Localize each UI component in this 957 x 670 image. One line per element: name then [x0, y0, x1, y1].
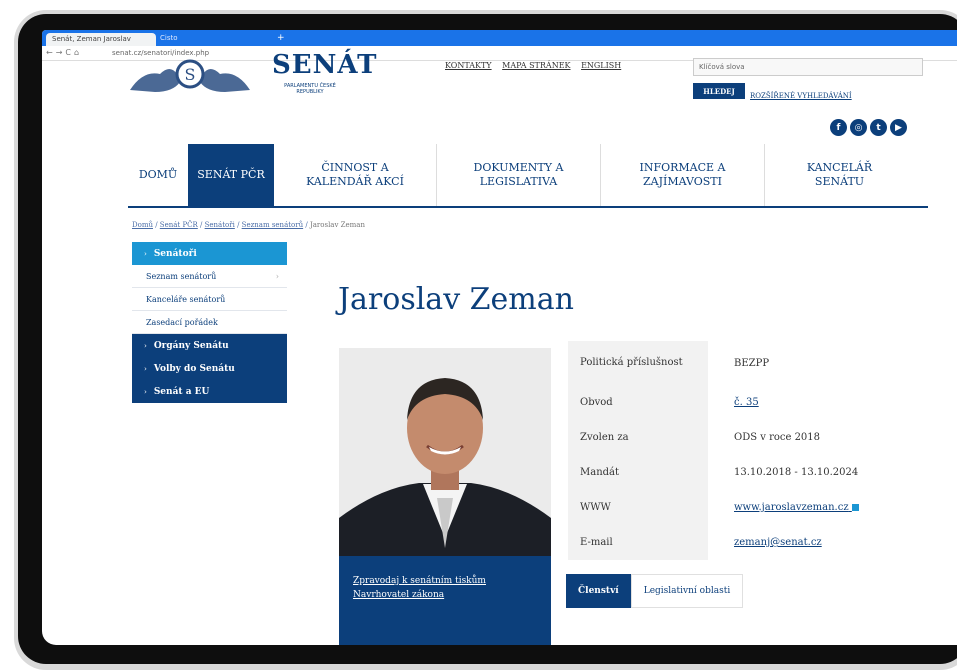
- link-mapa-stranek[interactable]: MAPA STRÁNEK: [502, 61, 570, 70]
- breadcrumb-domu[interactable]: Domů: [132, 221, 153, 229]
- link-navrhovatel[interactable]: Navrhovatel zákona: [339, 590, 551, 600]
- advanced-search-link[interactable]: ROZŠÍŘENÉ VYHLEDÁVÁNÍ: [750, 92, 852, 100]
- breadcrumb: Domů / Senát PČR / Senátoři / Seznam sen…: [132, 221, 365, 229]
- info-key: WWW: [568, 490, 708, 525]
- search-button[interactable]: HLEDEJ: [693, 83, 745, 99]
- detail-tabs: Členství Legislativní oblasti: [566, 574, 744, 608]
- info-row-mandat: Mandát 13.10.2018 - 13.10.2024: [568, 455, 957, 490]
- nav-informace[interactable]: INFORMACE A ZAJÍMAVOSTI: [600, 144, 764, 206]
- twitter-icon[interactable]: t: [870, 119, 887, 136]
- link-english[interactable]: ENGLISH: [581, 61, 621, 70]
- new-tab-icon[interactable]: +: [277, 33, 285, 43]
- top-links: KONTAKTY MAPA STRÁNEK ENGLISH: [445, 61, 629, 70]
- breadcrumb-senatori[interactable]: Senátoři: [205, 221, 235, 229]
- browser-screen: Senát, Zeman Jaroslav Cisto + ←→C⌂ senat…: [42, 30, 957, 645]
- search-input[interactable]: Klíčová slova: [693, 58, 923, 76]
- info-key: E-mail: [568, 525, 708, 560]
- side-item-zasedaci[interactable]: Zasedací pořádek: [132, 311, 287, 334]
- social-icons: f ◎ t ▶: [830, 119, 907, 136]
- info-key: Politická příslušnost: [568, 341, 708, 385]
- browser-tab-second[interactable]: Cisto: [160, 34, 178, 42]
- info-row-email: E-mail zemanj@senat.cz: [568, 525, 957, 560]
- browser-tab-active[interactable]: Senát, Zeman Jaroslav: [46, 33, 156, 46]
- side-item-kancelare[interactable]: Kanceláře senátorů: [132, 288, 287, 311]
- svg-text:S: S: [185, 65, 196, 84]
- info-value: ODS v roce 2018: [734, 432, 821, 443]
- nav-senat-pcr[interactable]: SENÁT PČR: [188, 144, 274, 206]
- nav-kancelar[interactable]: KANCELÁŘ SENÁTU: [764, 144, 914, 206]
- email-link[interactable]: zemanj@senat.cz: [708, 537, 822, 548]
- nav-arrows-icon[interactable]: ←→C⌂: [46, 48, 82, 57]
- page-title: Jaroslav Zeman: [338, 282, 574, 317]
- side-item-senatori[interactable]: › Senátoři: [132, 242, 287, 265]
- senate-lions-logo-icon[interactable]: S: [125, 52, 255, 102]
- info-row-obvod: Obvod č. 35: [568, 385, 957, 420]
- instagram-icon[interactable]: ◎: [850, 119, 867, 136]
- nav-domu[interactable]: DOMŮ: [128, 144, 188, 206]
- side-item-eu[interactable]: › Senát a EU: [132, 380, 287, 403]
- info-key: Mandát: [568, 455, 708, 490]
- side-menu: › Senátoři Seznam senátorů › Kanceláře sen…: [132, 242, 287, 403]
- link-kontakty[interactable]: KONTAKTY: [445, 61, 492, 70]
- obvod-link[interactable]: č. 35: [708, 397, 759, 408]
- info-value: 13.10.2018 - 13.10.2024: [734, 467, 859, 478]
- link-zpravodaj[interactable]: Zpravodaj k senátním tiskům: [339, 576, 551, 586]
- info-row-zvolen: Zvolen za ODS v roce 2018: [568, 420, 957, 455]
- breadcrumb-current: Jaroslav Zeman: [309, 221, 365, 229]
- browser-tabbar: Senát, Zeman Jaroslav Cisto +: [42, 30, 957, 46]
- breadcrumb-senat[interactable]: Senát PČR: [160, 221, 198, 229]
- logo-subtitle: PARLAMENTU ČESKÉ REPUBLIKY: [284, 83, 336, 95]
- info-row-www: WWW www.jaroslavzeman.cz: [568, 490, 957, 525]
- nav-dokumenty[interactable]: DOKUMENTY A LEGISLATIVA: [436, 144, 600, 206]
- side-item-volby[interactable]: › Volby do Senátu: [132, 357, 287, 380]
- side-item-seznam[interactable]: Seznam senátorů ›: [132, 265, 287, 288]
- youtube-icon[interactable]: ▶: [890, 119, 907, 136]
- tab-clenstvi[interactable]: Členství: [566, 574, 631, 608]
- nav-cinnost[interactable]: ČINNOST A KALENDÁŘ AKCÍ: [274, 144, 436, 206]
- info-table: Politická příslušnost BEZPP Obvod č. 35 …: [568, 341, 957, 560]
- tab-legislativni-oblasti[interactable]: Legislativní oblasti: [630, 574, 744, 608]
- senator-photo: [339, 348, 551, 556]
- external-link-icon: [851, 504, 859, 511]
- info-row-politicka: Politická příslušnost BEZPP: [568, 341, 957, 385]
- info-key: Zvolen za: [568, 420, 708, 455]
- logo-title[interactable]: SENÁT: [272, 50, 377, 80]
- facebook-icon[interactable]: f: [830, 119, 847, 136]
- www-link[interactable]: www.jaroslavzeman.cz: [708, 502, 859, 513]
- info-key: Obvod: [568, 385, 708, 420]
- info-value: BEZPP: [734, 357, 770, 369]
- photo-links: Zpravodaj k senátním tiskům Navrhovatel …: [339, 556, 551, 645]
- main-navigation: DOMŮ SENÁT PČR ČINNOST A KALENDÁŘ AKCÍ D…: [128, 144, 928, 208]
- breadcrumb-seznam[interactable]: Seznam senátorů: [242, 221, 303, 229]
- side-item-organy[interactable]: › Orgány Senátu: [132, 334, 287, 357]
